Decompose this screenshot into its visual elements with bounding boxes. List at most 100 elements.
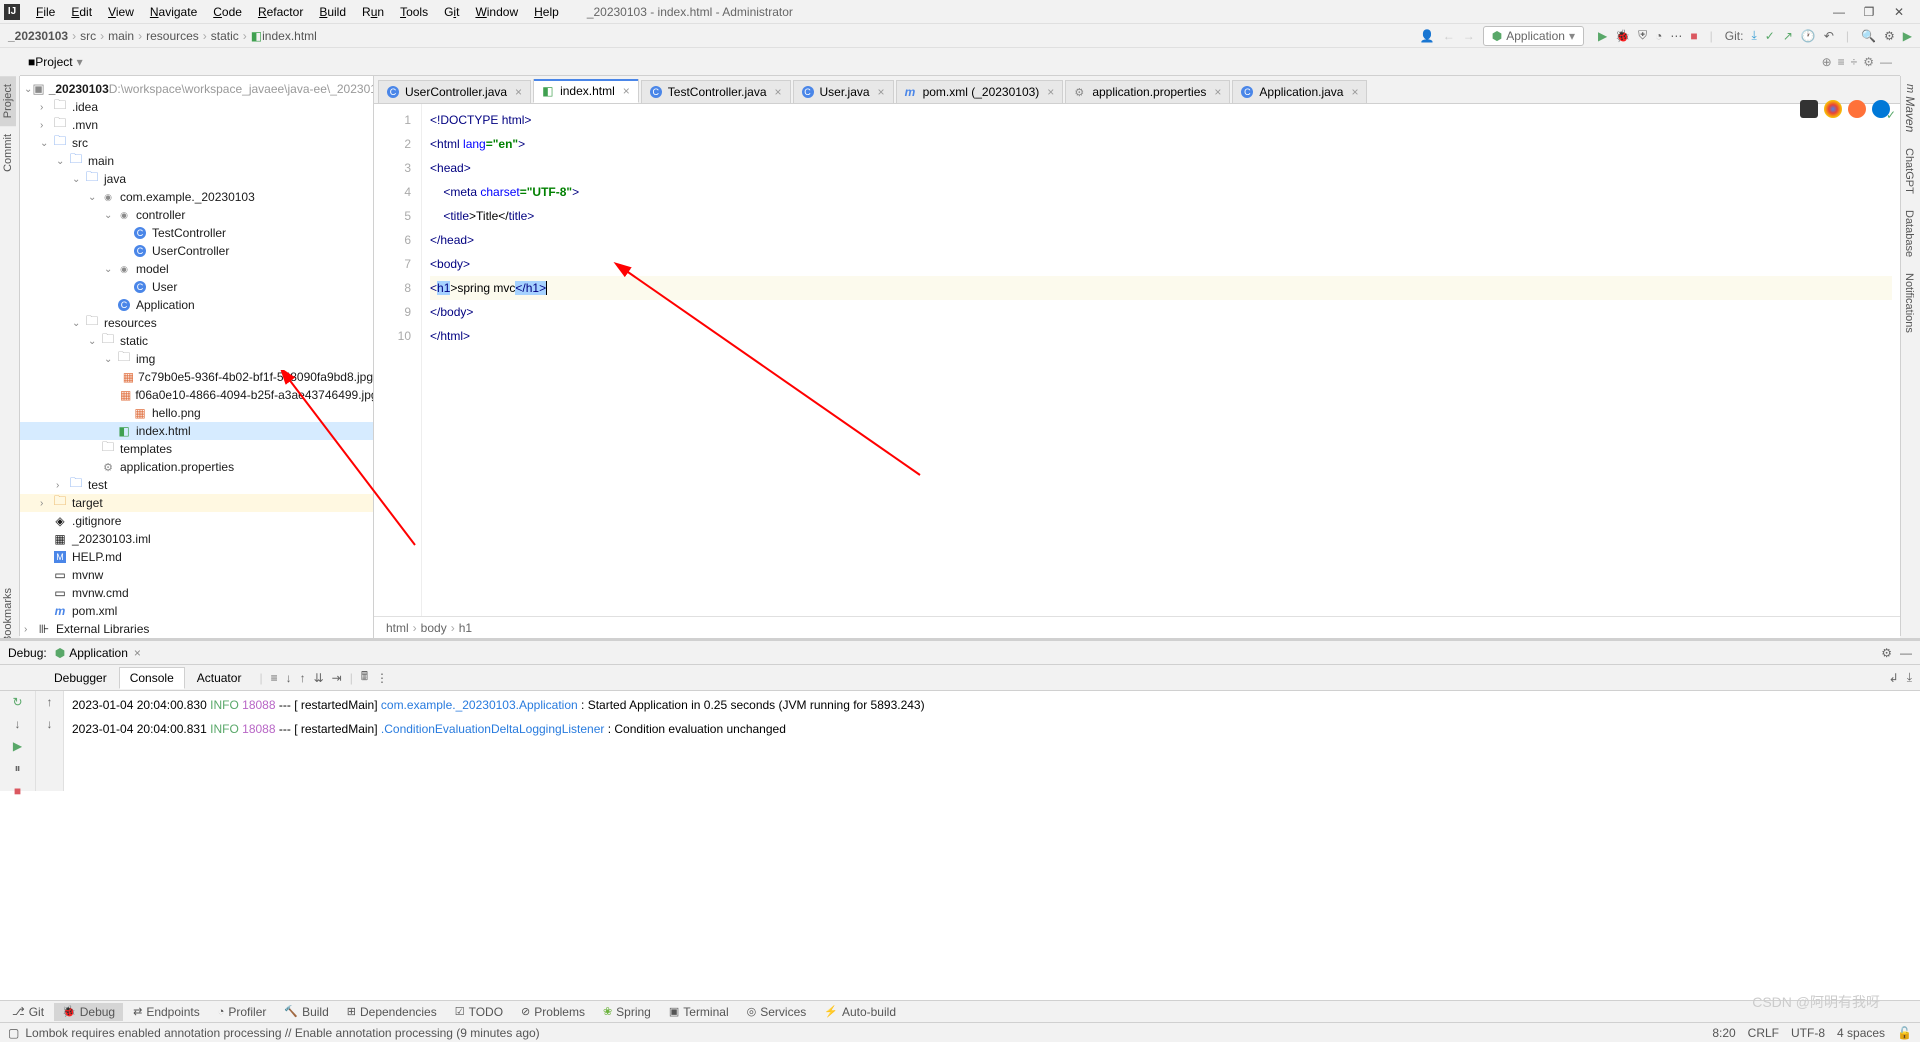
git-commit-button[interactable]: ✓ <box>1765 29 1775 43</box>
hide-icon[interactable]: — <box>1880 55 1892 69</box>
tab-notifications[interactable]: Notifications <box>1901 265 1917 341</box>
resume-button[interactable]: ▶ <box>13 739 22 753</box>
step-into-icon[interactable]: ↓ <box>286 671 292 685</box>
maximize-button[interactable]: ❐ <box>1860 5 1878 19</box>
tw-profiler[interactable]: ◔Profiler <box>210 1003 275 1021</box>
tree-templates[interactable]: templates <box>120 442 172 456</box>
etab-pom[interactable]: pom.xml (_20230103)× <box>896 80 1064 103</box>
tw-autobuild[interactable]: ⚡Auto-build <box>816 1003 904 1021</box>
tree-mvnw[interactable]: mvnw <box>72 568 103 582</box>
git-update-button[interactable]: ⤓ <box>1751 28 1756 43</box>
tab-project[interactable]: Project <box>0 76 16 126</box>
settings-icon[interactable]: ⚙ <box>1863 55 1874 69</box>
collapse-all-icon[interactable]: ÷ <box>1851 55 1858 69</box>
scroll-end-icon[interactable]: ⤓ <box>1907 670 1912 685</box>
etab-index[interactable]: index.html× <box>533 79 639 103</box>
forward-button[interactable]: → <box>1463 29 1475 43</box>
run-cursor-icon[interactable]: ⇥ <box>332 671 342 685</box>
tree-pkg[interactable]: com.example._20230103 <box>120 190 255 204</box>
crumb-4[interactable]: resources <box>146 29 199 43</box>
close-button[interactable]: ✕ <box>1890 5 1908 19</box>
indent[interactable]: 4 spaces <box>1837 1026 1885 1040</box>
tree-testcontroller[interactable]: TestController <box>152 226 226 240</box>
tw-endpoints[interactable]: ⇄Endpoints <box>125 1003 208 1021</box>
menu-view[interactable]: View <box>100 3 142 21</box>
etab-application[interactable]: Application.java× <box>1232 80 1367 103</box>
line-sep[interactable]: CRLF <box>1748 1026 1779 1040</box>
select-opened-icon[interactable]: ⊕ <box>1822 55 1832 69</box>
git-push-button[interactable]: ↗ <box>1783 29 1793 43</box>
tw-build[interactable]: 🔨Build <box>276 1003 336 1021</box>
etab-testcontroller[interactable]: TestController.java× <box>641 80 791 103</box>
search-button[interactable]: 🔍 <box>1861 29 1876 43</box>
down-button[interactable]: ↓ <box>15 717 21 731</box>
tree-resources[interactable]: resources <box>104 316 157 330</box>
tree-user[interactable]: User <box>152 280 177 294</box>
menu-help[interactable]: Help <box>526 3 567 21</box>
etab-usercontroller[interactable]: UserController.java× <box>378 80 531 103</box>
git-rollback-button[interactable]: ↶ <box>1824 29 1834 43</box>
crumb-3[interactable]: main <box>108 29 134 43</box>
soft-wrap-icon[interactable]: ↲ <box>1889 671 1899 685</box>
tree-main[interactable]: main <box>88 154 114 168</box>
tab-console[interactable]: Console <box>119 667 185 689</box>
tree-gitignore[interactable]: .gitignore <box>72 514 121 528</box>
tree-mvn[interactable]: .mvn <box>72 118 98 132</box>
tree-img1[interactable]: 7c79b0e5-936f-4b02-bf1f-548090fa9bd8.jpg <box>138 370 373 384</box>
crumb-2[interactable]: src <box>80 29 96 43</box>
tree-pom[interactable]: pom.xml <box>72 604 117 618</box>
expand-all-icon[interactable]: ≡ <box>1838 55 1845 69</box>
tw-git[interactable]: ⎇Git <box>4 1003 52 1021</box>
code-area[interactable]: <!DOCTYPE html> <html lang="en"> <head> … <box>422 104 1900 616</box>
evaluate-icon[interactable]: 🖩 <box>361 667 368 688</box>
tw-debug[interactable]: 🐞Debug <box>54 1003 123 1021</box>
menu-tools[interactable]: Tools <box>392 3 436 21</box>
tree-iml[interactable]: _20230103.iml <box>72 532 151 546</box>
menu-navigate[interactable]: Navigate <box>142 3 205 21</box>
step-over-icon[interactable]: ≡ <box>271 671 278 685</box>
tree-test[interactable]: test <box>88 478 107 492</box>
back-button[interactable]: ← <box>1443 29 1455 43</box>
crumb-5[interactable]: static <box>211 29 239 43</box>
debug-tab-close[interactable]: × <box>134 646 141 660</box>
tree-usercontroller[interactable]: UserController <box>152 244 229 258</box>
tree-root[interactable]: _20230103 <box>49 82 109 96</box>
tree-model[interactable]: model <box>136 262 169 276</box>
step-out-icon[interactable]: ↑ <box>300 671 306 685</box>
tree-help[interactable]: HELP.md <box>72 550 122 564</box>
tw-spring[interactable]: ❀Spring <box>595 1003 659 1021</box>
tab-database[interactable]: Database <box>1901 202 1917 265</box>
console-output[interactable]: 2023-01-04 20:04:00.830 INFO 18088 --- [… <box>64 691 1920 791</box>
etab-user[interactable]: User.java× <box>793 80 894 103</box>
tw-services[interactable]: ◎Services <box>739 1003 815 1021</box>
menu-edit[interactable]: Edit <box>63 3 100 21</box>
status-box-icon[interactable]: ▢ <box>8 1026 19 1040</box>
editor-body[interactable]: 12345678910 <!DOCTYPE html> <html lang="… <box>374 104 1900 616</box>
tree-img[interactable]: img <box>136 352 155 366</box>
stop-debug-button[interactable]: ■ <box>14 784 21 798</box>
tree-mvnwcmd[interactable]: mvnw.cmd <box>72 586 129 600</box>
etab-props[interactable]: application.properties× <box>1065 80 1230 103</box>
encoding[interactable]: UTF-8 <box>1791 1026 1825 1040</box>
status-message[interactable]: Lombok requires enabled annotation proce… <box>25 1026 539 1040</box>
tree-img3[interactable]: hello.png <box>152 406 201 420</box>
up-nav-icon[interactable]: ↑ <box>47 695 53 709</box>
rerun-button[interactable]: ↻ <box>12 695 22 709</box>
more-run-button[interactable]: ⋯ <box>1670 29 1682 43</box>
avatar-button[interactable]: ▶ <box>1903 29 1912 43</box>
debug-button[interactable]: 🐞 <box>1615 29 1630 43</box>
menu-code[interactable]: Code <box>205 3 250 21</box>
tree-appprops[interactable]: application.properties <box>120 460 234 474</box>
run-config-selector[interactable]: ⬢Application▾ <box>1483 26 1584 46</box>
debug-settings-icon[interactable]: ⚙ <box>1881 646 1892 660</box>
edge-icon[interactable] <box>1872 100 1890 118</box>
git-history-button[interactable]: 🕐 <box>1801 29 1816 43</box>
menu-file[interactable]: FFileile <box>28 3 63 21</box>
menu-git[interactable]: Git <box>436 3 467 21</box>
tree-ext[interactable]: External Libraries <box>56 622 149 636</box>
stop-button[interactable]: ■ <box>1690 29 1697 43</box>
profile-button[interactable]: ◔ <box>1655 29 1662 43</box>
tree-java[interactable]: java <box>104 172 126 186</box>
tab-chatgpt[interactable]: ChatGPT <box>1901 140 1917 202</box>
tw-problems[interactable]: ⊘Problems <box>513 1003 593 1021</box>
